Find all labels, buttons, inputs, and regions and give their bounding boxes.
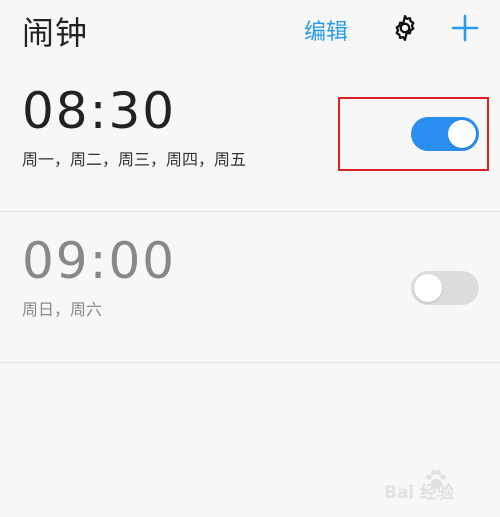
toggle-knob bbox=[414, 274, 442, 302]
alarm-days: 周日，周六 bbox=[22, 300, 103, 319]
alarm-toggle-0900[interactable] bbox=[411, 271, 479, 305]
page-title: 闹钟 bbox=[22, 14, 89, 52]
alarm-days: 周一，周二，周三，周四，周五 bbox=[22, 150, 247, 169]
gear-icon[interactable] bbox=[390, 13, 420, 43]
app-header: 闹钟 编辑 bbox=[0, 0, 500, 62]
watermark: Bai 经验 bbox=[384, 466, 494, 512]
plus-icon[interactable] bbox=[450, 13, 480, 43]
alarm-time: 09:00 bbox=[22, 232, 177, 290]
highlight-box bbox=[338, 97, 489, 171]
alarm-item-0900[interactable]: 09:00 周日，周六 bbox=[0, 212, 500, 362]
edit-button[interactable]: 编辑 bbox=[304, 14, 348, 46]
paw-logo-icon bbox=[426, 469, 446, 489]
alarm-time: 08:30 bbox=[22, 82, 177, 140]
divider bbox=[0, 362, 500, 363]
